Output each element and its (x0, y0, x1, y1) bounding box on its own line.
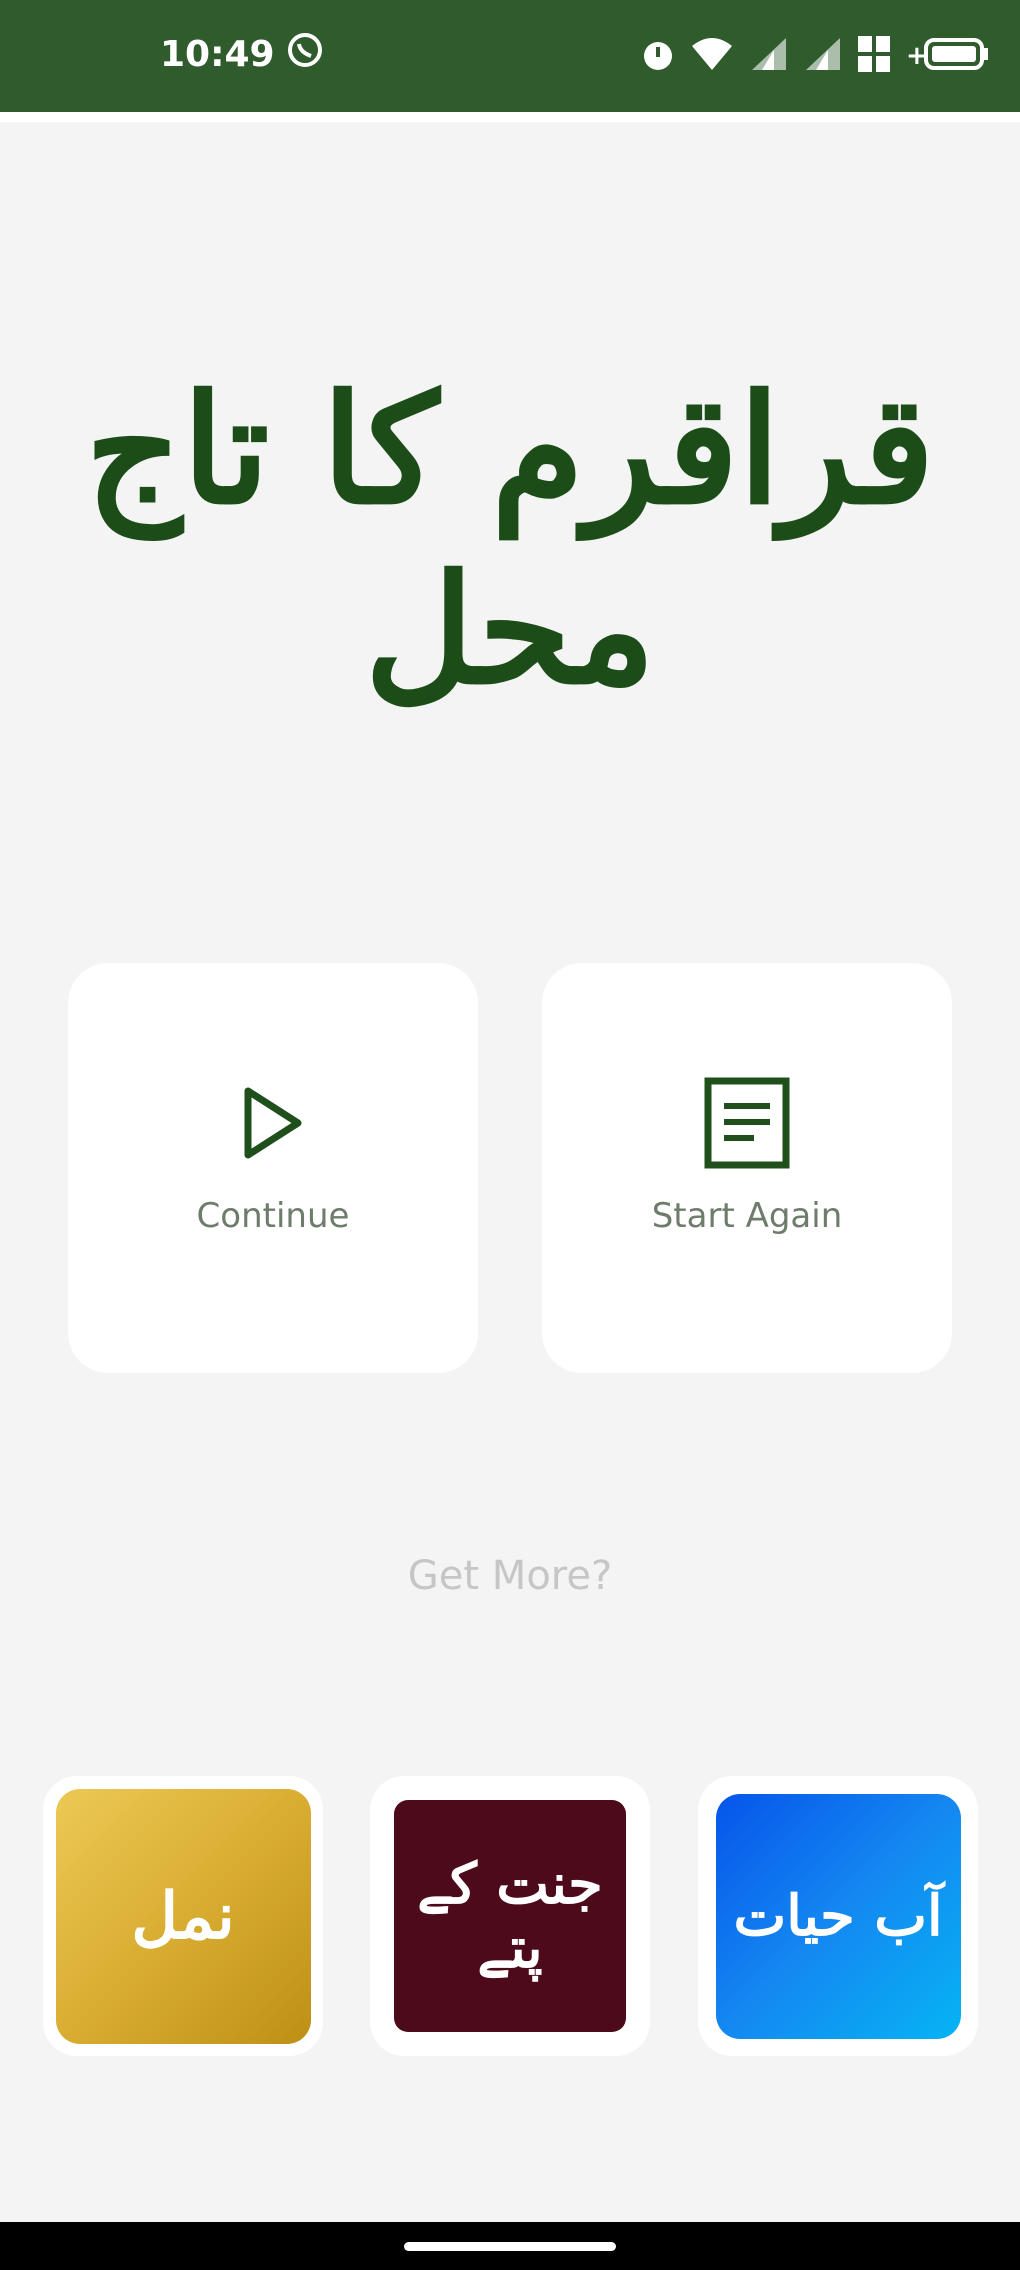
signal-icon (748, 34, 788, 74)
navigation-bar (0, 2222, 1020, 2270)
status-divider (0, 112, 1020, 122)
namal-app-icon: نمل (55, 1788, 311, 2044)
signal-icon (802, 34, 842, 74)
continue-button[interactable]: Continue (68, 963, 478, 1373)
home-gesture-handle[interactable] (404, 2242, 616, 2251)
status-time: 10:49 (160, 34, 275, 75)
jannat-kay-pattay-app-icon: جنت کے پتے (394, 1800, 626, 2032)
status-bar: 10:49 + (0, 0, 1020, 112)
play-icon (228, 1078, 318, 1168)
alarm-icon (640, 34, 676, 74)
data-icon (856, 32, 892, 76)
battery-icon: + (906, 34, 990, 74)
status-left: 10:49 (160, 30, 325, 79)
wifi-icon (690, 34, 734, 74)
app-title: قراقرم کا تاج محل (85, 362, 935, 718)
aab-e-hayat-app-icon: آب حیات (715, 1793, 961, 2039)
jannat-kay-pattay-app-tile[interactable]: جنت کے پتے (370, 1776, 650, 2056)
aab-e-hayat-app-tile[interactable]: آب حیات (698, 1776, 978, 2056)
continue-label: Continue (196, 1196, 350, 1236)
namal-app-tile[interactable]: نمل (43, 1776, 323, 2056)
document-icon (702, 1077, 792, 1169)
get-more-link[interactable]: Get More? (0, 1553, 1020, 1599)
start-again-label: Start Again (651, 1196, 843, 1236)
start-again-button[interactable]: Start Again (542, 963, 952, 1373)
whatsapp-icon (285, 30, 325, 79)
status-right: + (640, 32, 990, 76)
